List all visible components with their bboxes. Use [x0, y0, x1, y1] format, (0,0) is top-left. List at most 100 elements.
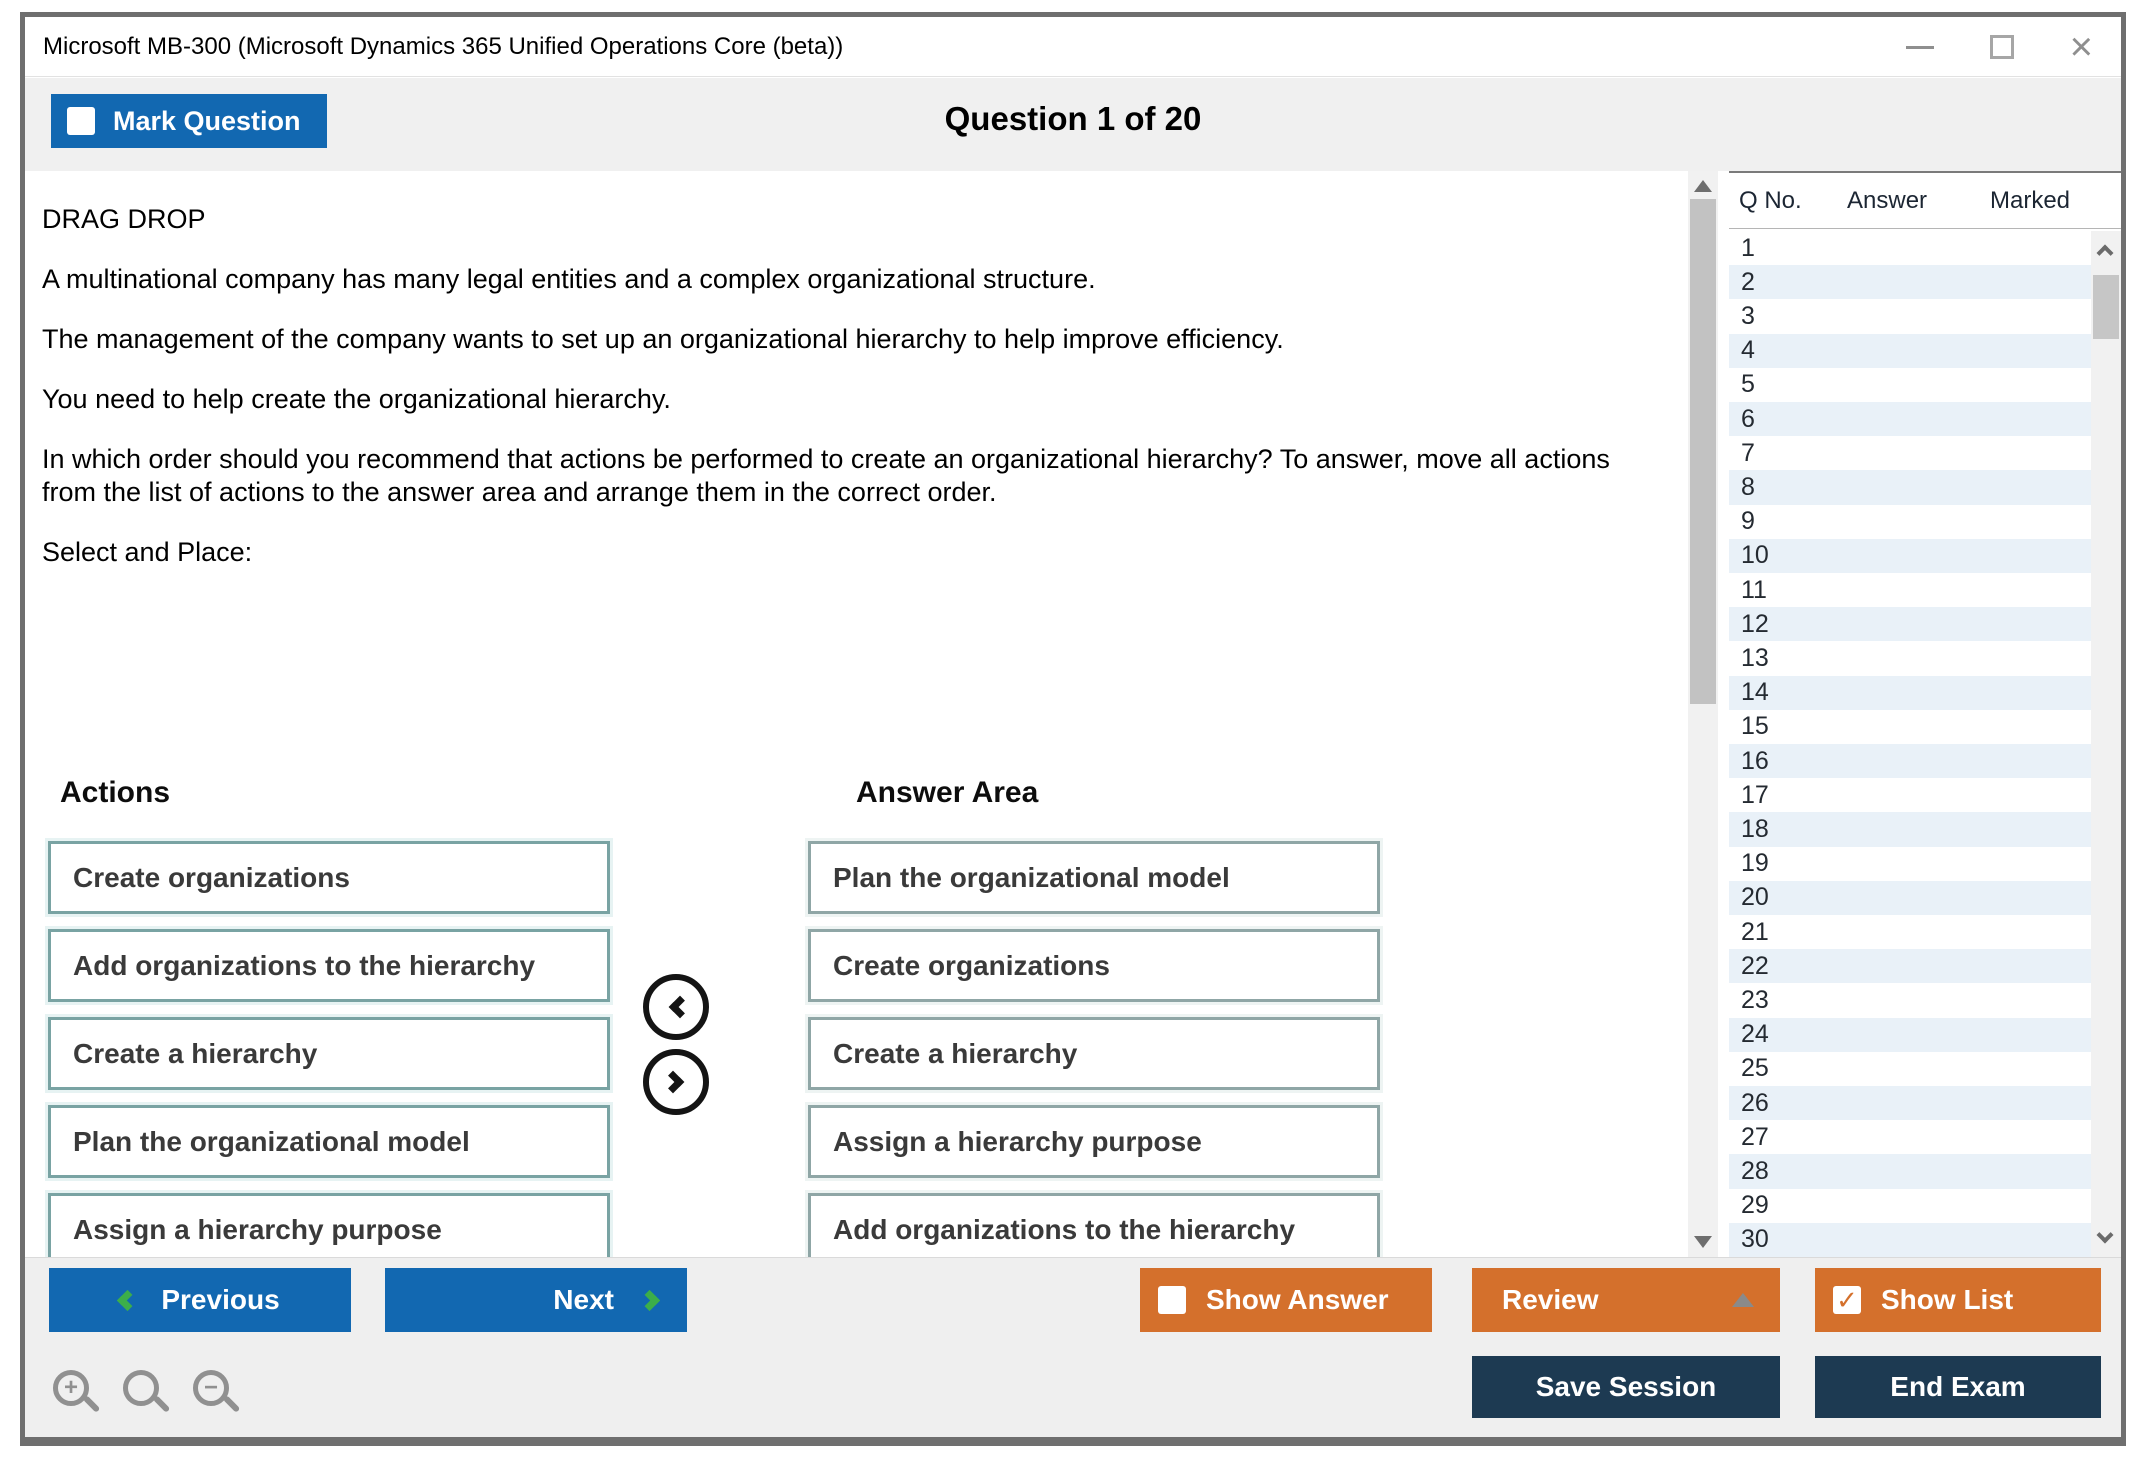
question-row[interactable]: 18 — [1729, 812, 2091, 846]
magnifier-handle — [153, 1395, 171, 1413]
question-row-number: 16 — [1741, 747, 1769, 776]
question-row[interactable]: 2 — [1729, 265, 2091, 299]
question-row-number: 9 — [1741, 507, 1755, 536]
answer-item[interactable]: Assign a hierarchy purpose — [808, 1105, 1380, 1178]
question-row-number: 19 — [1741, 849, 1769, 878]
move-left-button[interactable] — [643, 974, 709, 1040]
scroll-down-icon[interactable] — [1694, 1236, 1712, 1248]
review-button[interactable]: Review — [1472, 1268, 1780, 1332]
sidebar-scrollbar[interactable] — [2091, 231, 2121, 1257]
question-row[interactable]: 12 — [1729, 607, 2091, 641]
zoom-in-handle — [83, 1395, 101, 1413]
question-row[interactable]: 30 — [1729, 1223, 2091, 1257]
show-answer-button[interactable]: Show Answer — [1140, 1268, 1432, 1332]
content-scrollbar-thumb[interactable] — [1690, 199, 1716, 704]
question-row[interactable]: 1 — [1729, 231, 2091, 265]
question-row[interactable]: 10 — [1729, 539, 2091, 573]
save-session-button[interactable]: Save Session — [1472, 1356, 1780, 1418]
transfer-arrows — [643, 974, 713, 1124]
question-row[interactable]: 25 — [1729, 1052, 2091, 1086]
show-list-checkbox[interactable]: ✓ — [1833, 1286, 1861, 1314]
question-row-number: 14 — [1741, 678, 1769, 707]
question-row[interactable]: 11 — [1729, 573, 2091, 607]
action-item[interactable]: Add organizations to the hierarchy — [48, 929, 610, 1002]
screen: Microsoft MB-300 (Microsoft Dynamics 365… — [0, 0, 2150, 1470]
close-icon[interactable]: × — [2070, 27, 2093, 67]
previous-label: Previous — [161, 1284, 279, 1316]
action-item[interactable]: Create a hierarchy — [48, 1017, 610, 1090]
question-row[interactable]: 5 — [1729, 368, 2091, 402]
answer-item[interactable]: Create organizations — [808, 929, 1380, 1002]
column-answer: Answer — [1847, 187, 1972, 215]
question-row[interactable]: 9 — [1729, 505, 2091, 539]
question-row[interactable]: 19 — [1729, 847, 2091, 881]
chevron-right-icon — [639, 1289, 660, 1310]
sidebar-scrollbar-thumb[interactable] — [2093, 275, 2119, 339]
question-row[interactable]: 21 — [1729, 915, 2091, 949]
bottom-toolbar: Previous Next Show Answer Review ✓ Show … — [25, 1257, 2121, 1437]
save-session-label: Save Session — [1536, 1371, 1717, 1403]
answer-area-title: Answer Area — [856, 776, 1380, 812]
question-row[interactable]: 27 — [1729, 1120, 2091, 1154]
question-list-sidebar: Q No. Answer Marked 12345678910111213141… — [1729, 171, 2121, 1257]
end-exam-button[interactable]: End Exam — [1815, 1356, 2101, 1418]
question-row[interactable]: 3 — [1729, 299, 2091, 333]
question-row[interactable]: 15 — [1729, 710, 2091, 744]
question-row[interactable]: 13 — [1729, 641, 2091, 675]
question-row-number: 27 — [1741, 1123, 1769, 1152]
content-scrollbar[interactable] — [1688, 171, 1718, 1257]
question-row-number: 18 — [1741, 815, 1769, 844]
question-row[interactable]: 6 — [1729, 402, 2091, 436]
question-row[interactable]: 14 — [1729, 676, 2091, 710]
magnifier-icon[interactable] — [123, 1370, 175, 1422]
answer-item[interactable]: Create a hierarchy — [808, 1017, 1380, 1090]
question-row-number: 4 — [1741, 336, 1755, 365]
question-text: DRAG DROP A multinational company has ma… — [42, 203, 1662, 596]
question-row-number: 2 — [1741, 268, 1755, 297]
question-row-number: 17 — [1741, 781, 1769, 810]
question-row[interactable]: 26 — [1729, 1086, 2091, 1120]
actions-title: Actions — [60, 776, 610, 812]
question-paragraph: The management of the company wants to s… — [42, 323, 1662, 356]
window-controls: × — [1906, 17, 2093, 77]
question-row-number: 3 — [1741, 302, 1755, 331]
question-row[interactable]: 24 — [1729, 1018, 2091, 1052]
chevron-right-icon — [661, 1071, 684, 1094]
show-answer-checkbox[interactable] — [1158, 1286, 1186, 1314]
question-row[interactable]: 17 — [1729, 778, 2091, 812]
minimize-icon[interactable] — [1906, 46, 1934, 49]
scroll-up-icon[interactable] — [2097, 245, 2114, 262]
question-row[interactable]: 4 — [1729, 334, 2091, 368]
maximize-icon[interactable] — [1990, 35, 2014, 59]
question-row[interactable]: 28 — [1729, 1154, 2091, 1188]
next-button[interactable]: Next — [385, 1268, 687, 1332]
show-answer-label: Show Answer — [1206, 1284, 1389, 1316]
question-type-label: DRAG DROP — [42, 203, 1662, 236]
scroll-up-icon[interactable] — [1694, 180, 1712, 192]
answer-item[interactable]: Plan the organizational model — [808, 841, 1380, 914]
question-row[interactable]: 16 — [1729, 744, 2091, 778]
question-row-number: 25 — [1741, 1054, 1769, 1083]
chevron-left-icon — [117, 1289, 138, 1310]
question-row[interactable]: 23 — [1729, 983, 2091, 1017]
previous-button[interactable]: Previous — [49, 1268, 351, 1332]
move-right-button[interactable] — [643, 1049, 709, 1115]
zoom-in-icon[interactable]: + — [53, 1370, 105, 1422]
action-item[interactable]: Create organizations — [48, 841, 610, 914]
action-item[interactable]: Plan the organizational model — [48, 1105, 610, 1178]
show-list-button[interactable]: ✓ Show List — [1815, 1268, 2101, 1332]
header-strip: Mark Question Question 1 of 20 — [25, 78, 2121, 171]
question-row[interactable]: 29 — [1729, 1189, 2091, 1223]
question-row[interactable]: 7 — [1729, 436, 2091, 470]
question-row[interactable]: 8 — [1729, 470, 2091, 504]
scroll-down-icon[interactable] — [2097, 1227, 2114, 1244]
zoom-out-icon[interactable]: − — [193, 1370, 245, 1422]
answer-item[interactable]: Add organizations to the hierarchy — [808, 1193, 1380, 1266]
question-row-number: 5 — [1741, 370, 1755, 399]
exam-player-window: Microsoft MB-300 (Microsoft Dynamics 365… — [20, 12, 2126, 1446]
question-row[interactable]: 20 — [1729, 881, 2091, 915]
next-label: Next — [553, 1284, 614, 1316]
question-row[interactable]: 22 — [1729, 949, 2091, 983]
question-row-number: 6 — [1741, 405, 1755, 434]
action-item[interactable]: Assign a hierarchy purpose — [48, 1193, 610, 1266]
